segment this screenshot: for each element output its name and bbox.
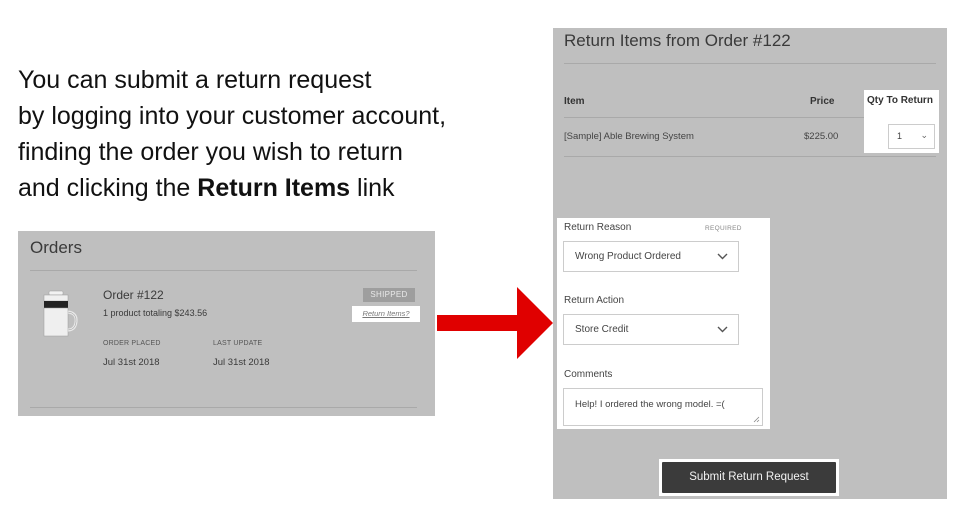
status-badge: SHIPPED [363, 288, 415, 302]
intro-line-3: finding the order you wish to return [18, 138, 403, 166]
last-update-value: Jul 31st 2018 [213, 357, 270, 368]
return-items-link[interactable]: Return Items? [352, 306, 420, 322]
chevron-down-icon: ⌄ [920, 130, 928, 140]
row-divider [564, 156, 936, 157]
orders-panel: Orders Order #122 1 product totaling $24… [18, 231, 435, 416]
title-divider [564, 63, 936, 64]
orders-title: Orders [30, 238, 82, 257]
return-items-panel: Return Items from Order #122 Item Price … [553, 28, 947, 499]
qty-highlight: Qty To Return 1 ⌄ [864, 90, 939, 153]
arrow-right-icon [437, 287, 553, 359]
intro-text: You can submit a return request by loggi… [18, 62, 508, 206]
comments-textarea[interactable]: Help! I ordered the wrong model. =( [563, 388, 763, 426]
order-placed-label: ORDER PLACED [103, 340, 161, 347]
order-number: Order #122 [103, 288, 164, 302]
item-price: $225.00 [804, 131, 839, 142]
intro-line-4: and clicking the Return Items link [18, 170, 508, 206]
required-tag: REQUIRED [705, 225, 742, 232]
comments-value: Help! I ordered the wrong model. =( [575, 399, 725, 410]
submit-highlight: Submit Return Request [659, 459, 839, 496]
return-form-fields: Return Reason REQUIRED Wrong Product Ord… [557, 218, 770, 429]
return-action-value: Store Credit [575, 324, 629, 335]
comments-label: Comments [564, 369, 613, 380]
resize-grip-icon[interactable] [753, 416, 760, 423]
last-update-label: LAST UPDATE [213, 340, 263, 347]
intro-line-1: You can submit a return request [18, 66, 372, 94]
intro-line-4-post: link [350, 174, 395, 202]
intro-line-4-bold: Return Items [197, 174, 351, 202]
orders-divider-bottom [30, 407, 417, 408]
return-form-title: Return Items from Order #122 [564, 31, 791, 50]
return-reason-label: Return Reason [564, 222, 632, 233]
qty-select[interactable]: 1 ⌄ [888, 124, 935, 149]
intro-line-4-pre: and clicking the [18, 174, 198, 202]
return-action-label: Return Action [564, 295, 625, 306]
qty-value: 1 [897, 131, 903, 141]
item-name: [Sample] Able Brewing System [564, 131, 694, 142]
column-header-price: Price [810, 96, 835, 107]
coffee-brewer-image [43, 290, 78, 337]
return-reason-select[interactable]: Wrong Product Ordered [563, 241, 739, 272]
return-reason-value: Wrong Product Ordered [575, 251, 681, 262]
order-total: 1 product totaling $243.56 [103, 308, 208, 318]
column-header-qty: Qty To Return [867, 95, 933, 106]
submit-return-request-button[interactable]: Submit Return Request [662, 462, 836, 493]
order-placed-value: Jul 31st 2018 [103, 357, 160, 368]
orders-divider-top [30, 270, 417, 271]
column-header-item: Item [564, 96, 585, 107]
chevron-down-icon [717, 253, 728, 260]
intro-line-2: by logging into your customer account, [18, 102, 447, 130]
return-action-select[interactable]: Store Credit [563, 314, 739, 345]
chevron-down-icon [717, 326, 728, 333]
